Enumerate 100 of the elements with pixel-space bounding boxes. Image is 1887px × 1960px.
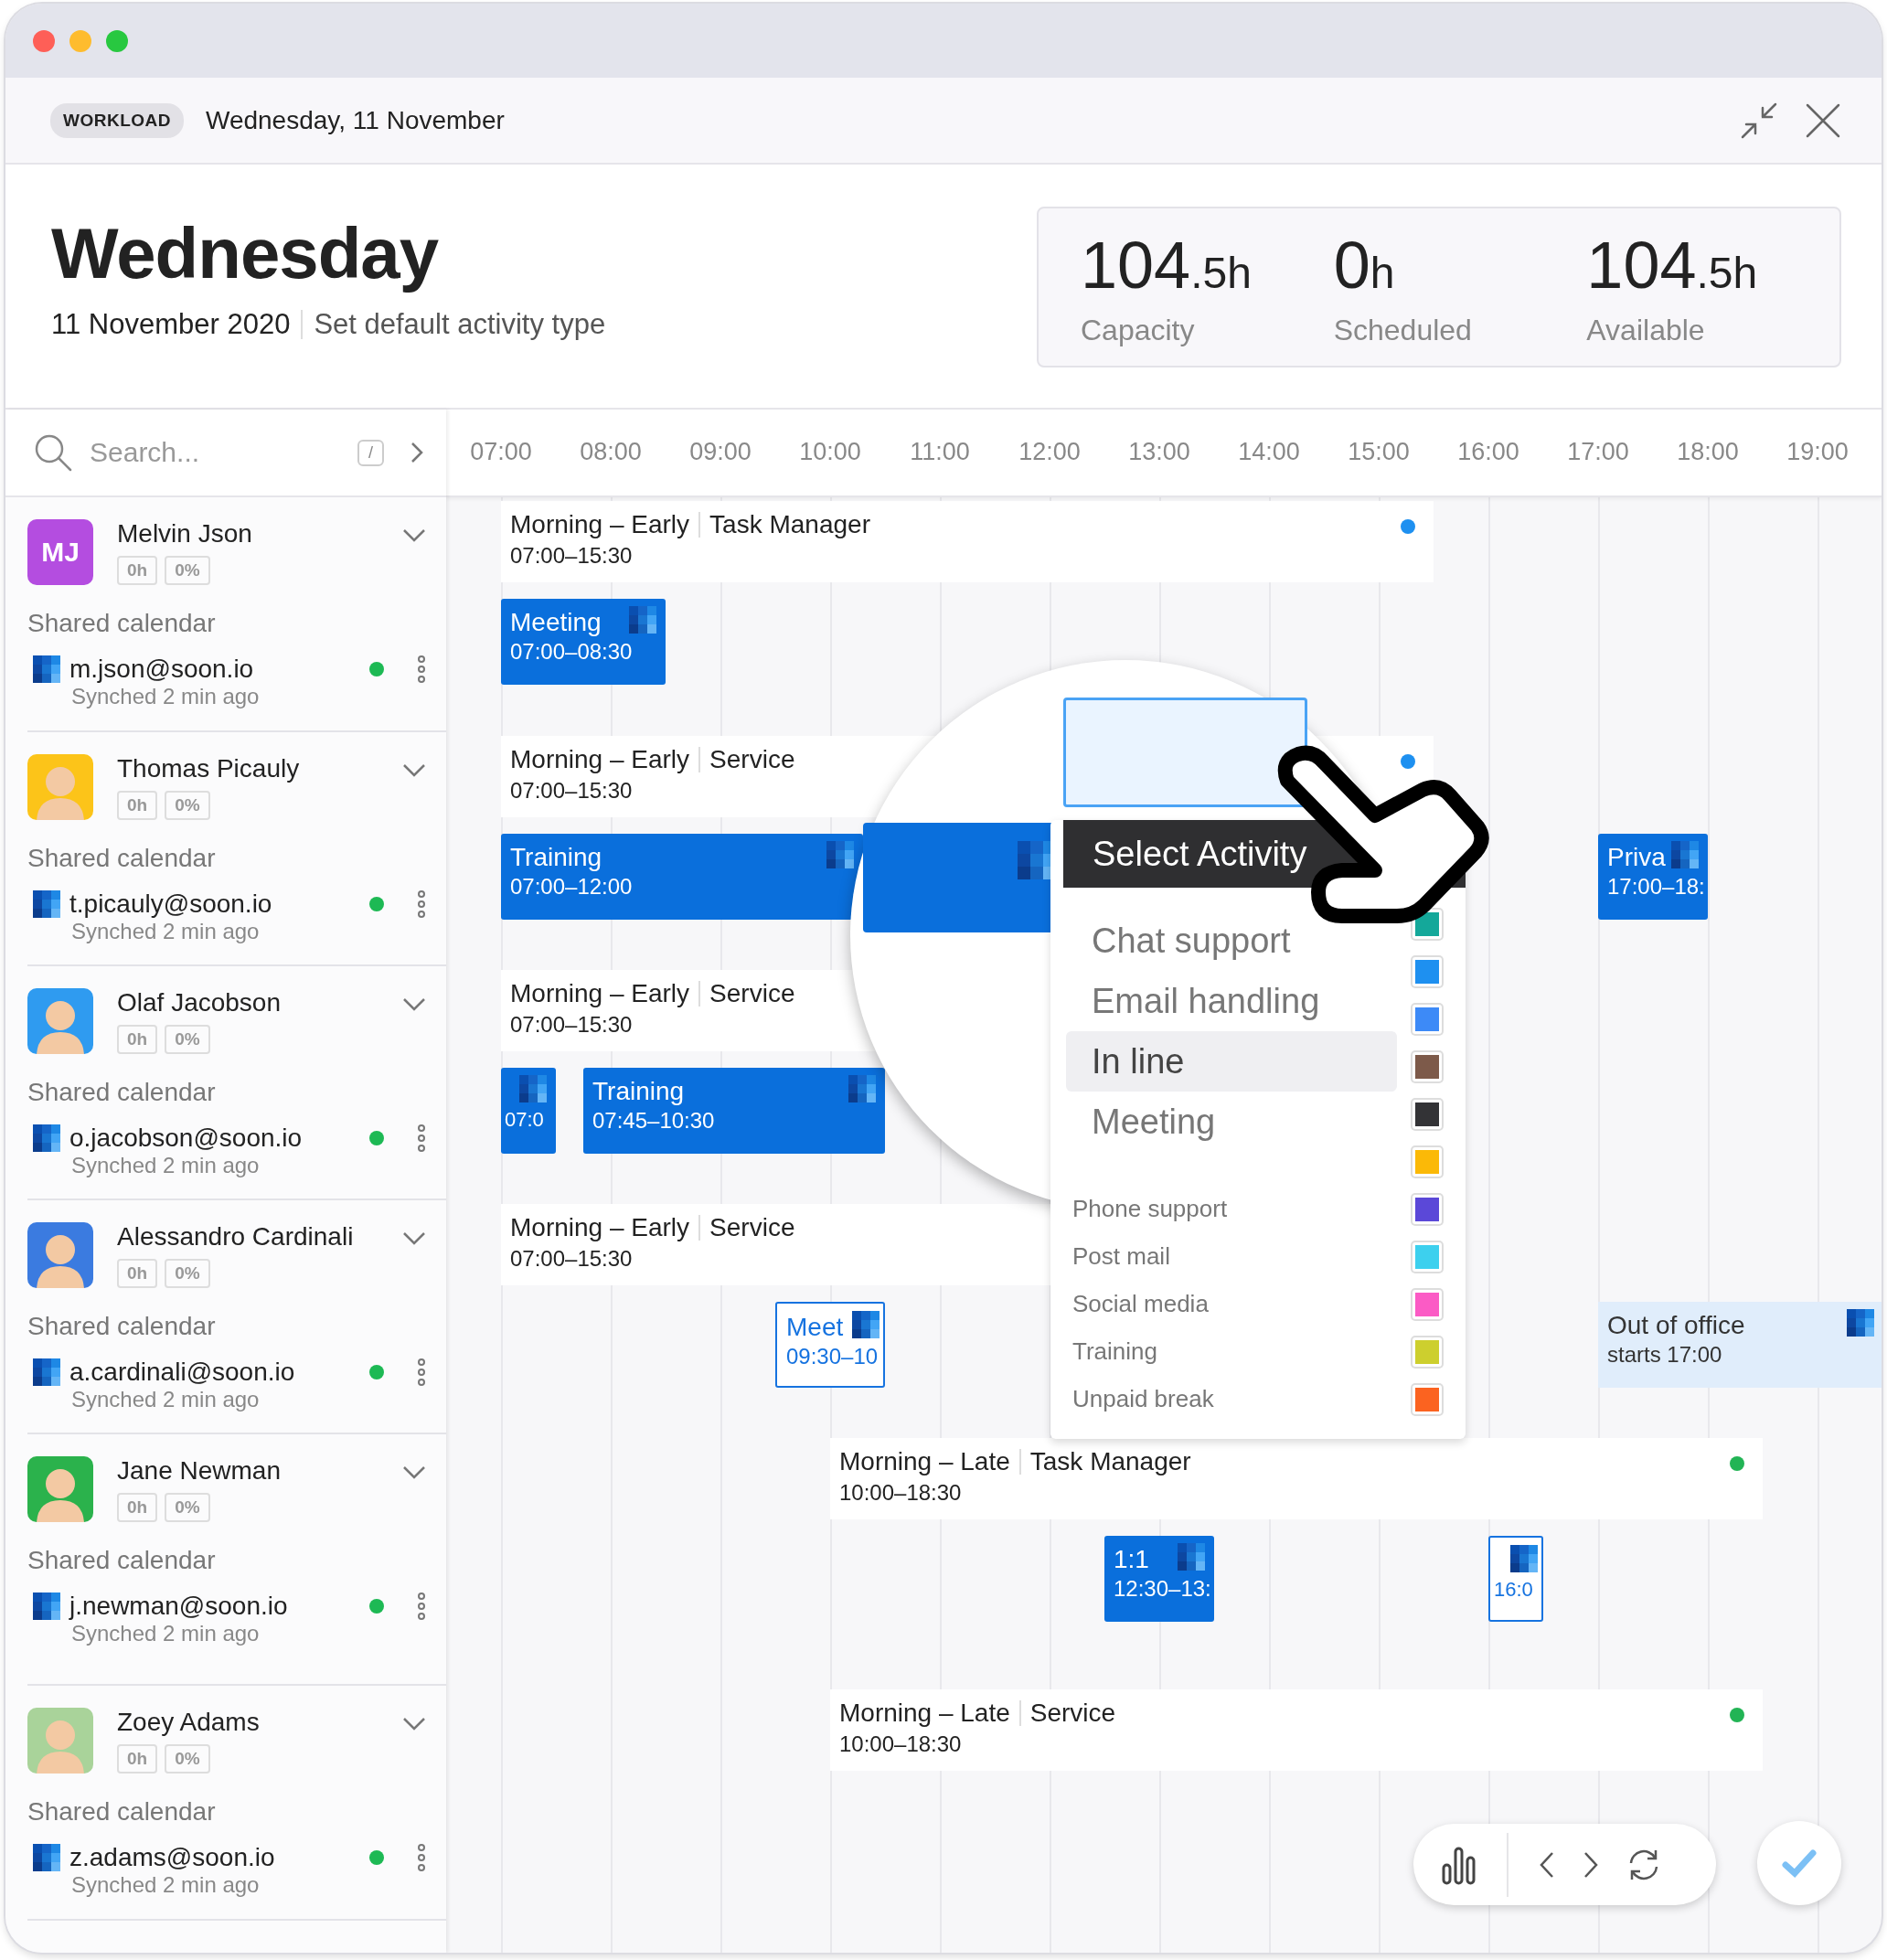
calendar-label: Shared calendar <box>27 1546 217 1575</box>
calendar-label: Shared calendar <box>27 1078 217 1107</box>
hour-label: 08:00 <box>579 437 643 467</box>
calendar-icon <box>33 1844 60 1871</box>
day-title: Wednesday <box>51 212 440 295</box>
sync-status: Synched 2 min ago <box>71 1621 261 1646</box>
percent-badge: 0% <box>165 1493 210 1522</box>
event-title: Training <box>592 1077 685 1106</box>
event-block[interactable]: Meeting 07:00–08:30 <box>501 599 666 685</box>
more-icon[interactable] <box>417 1124 426 1152</box>
calendar-email: o.jacobson@soon.io <box>69 1124 304 1153</box>
hour-label: 09:00 <box>688 437 752 467</box>
chevron-down-icon[interactable] <box>402 763 426 778</box>
event-time: 09:30–10 <box>786 1344 879 1369</box>
hour-label: 13:00 <box>1127 437 1191 467</box>
shortcut-key: / <box>357 439 384 466</box>
event-title: Meeting <box>510 608 602 637</box>
shift-title: Morning – Early <box>510 1213 690 1242</box>
stat-label: Scheduled <box>1333 314 1473 347</box>
search-field[interactable]: Search... <box>90 437 345 468</box>
person-name: Olaf Jacobson <box>117 988 282 1017</box>
hour-label: 07:00 <box>469 437 533 467</box>
chevron-down-icon[interactable] <box>402 997 426 1012</box>
calendar-icon <box>848 1075 876 1102</box>
percent-badge: 0% <box>165 1025 210 1054</box>
more-icon[interactable] <box>417 1592 426 1620</box>
calendar-icon <box>33 655 60 683</box>
hour-label: 10:00 <box>798 437 862 467</box>
default-activity-link[interactable]: Set default activity type <box>314 308 606 341</box>
stat-value: 104.5h <box>1586 229 1759 304</box>
more-icon[interactable] <box>417 1844 426 1871</box>
menu-item[interactable]: Email handling <box>1066 971 1397 1031</box>
more-icon[interactable] <box>417 1358 426 1386</box>
calendar-email: z.adams@soon.io <box>69 1843 276 1872</box>
menu-item[interactable]: In line <box>1066 1031 1397 1092</box>
hours-badge: 0h <box>117 1025 158 1054</box>
percent-badge: 0% <box>165 1744 210 1774</box>
calendar-icon <box>33 1124 60 1152</box>
shift-time: 07:00–15:30 <box>510 1246 633 1272</box>
shift-time: 07:00–15:30 <box>510 778 633 804</box>
event-time: starts 17:00 <box>1607 1342 1722 1368</box>
percent-badge: 0% <box>165 1259 210 1288</box>
menu-item[interactable]: Post mail <box>1063 1232 1392 1280</box>
more-icon[interactable] <box>417 890 426 918</box>
event-block[interactable]: 1:1 12:30–13: <box>1104 1536 1214 1622</box>
calendar-icon <box>1847 1309 1874 1337</box>
shift-bar[interactable]: Morning – Early Task Manager 07:00–15:30 <box>501 501 1434 582</box>
person-name: Thomas Picauly <box>117 754 301 783</box>
person-name: Zoey Adams <box>117 1708 261 1737</box>
hours-badge: 0h <box>117 1744 158 1774</box>
stat-label: Capacity <box>1081 314 1196 347</box>
person-name: Jane Newman <box>117 1456 282 1486</box>
event-block[interactable]: 16:0 <box>1488 1536 1543 1622</box>
workload-tag: WORKLOAD <box>50 102 184 138</box>
event-block[interactable]: 07:0 <box>501 1068 556 1154</box>
calendar-label: Shared calendar <box>27 1312 217 1341</box>
hour-label: 16:00 <box>1456 437 1520 467</box>
event-block[interactable]: Training 07:00–12:00 <box>501 834 863 920</box>
close-window-button[interactable] <box>33 29 55 52</box>
chevron-down-icon[interactable] <box>402 1231 426 1246</box>
hour-label: 17:00 <box>1566 437 1630 467</box>
chevron-down-icon[interactable] <box>402 1717 426 1731</box>
calendar-icon <box>852 1311 880 1338</box>
sync-status: Synched 2 min ago <box>71 1387 261 1412</box>
shift-bar[interactable]: Morning – Late Task Manager 10:00–18:30 <box>830 1438 1763 1519</box>
menu-item[interactable]: Chat support <box>1066 911 1397 971</box>
calendar-email: a.cardinali@soon.io <box>69 1358 296 1387</box>
header-date: Wednesday, 11 November <box>206 105 505 135</box>
calendar-icon <box>33 1592 60 1620</box>
absence-block[interactable]: Out of office starts 17:00 <box>1598 1302 1882 1388</box>
menu-item[interactable]: Training <box>1063 1327 1392 1375</box>
sync-status: Synched 2 min ago <box>71 1153 261 1178</box>
event-time: 07:45–10:30 <box>592 1108 715 1134</box>
hour-label: 15:00 <box>1347 437 1411 467</box>
calendar-icon <box>33 1358 60 1386</box>
calendar-icon <box>826 841 854 868</box>
event-block[interactable]: Priva 17:00–18: <box>1598 834 1708 920</box>
event-time: 16:0 <box>1494 1578 1533 1602</box>
menu-item[interactable]: Meeting <box>1066 1092 1397 1152</box>
shift-team: Service <box>709 745 795 774</box>
event-time: 17:00–18: <box>1607 874 1705 900</box>
shift-time: 10:00–18:30 <box>839 1731 962 1757</box>
hour-label: 11:00 <box>909 437 971 467</box>
menu-item[interactable]: Unpaid break <box>1063 1375 1392 1422</box>
chevron-down-icon[interactable] <box>402 528 426 543</box>
event-block[interactable]: Training 07:45–10:30 <box>583 1068 885 1154</box>
person-name: Alessandro Cardinali <box>117 1222 355 1252</box>
full-date: 11 November 2020 <box>51 308 291 341</box>
close-icon[interactable] <box>1805 101 1841 139</box>
calendar-email: m.json@soon.io <box>69 655 255 684</box>
event-block[interactable]: Meet 09:30–10 <box>775 1302 885 1388</box>
calendar-icon <box>1510 1545 1538 1572</box>
hours-badge: 0h <box>117 791 158 820</box>
event-time: 07:0 <box>505 1108 544 1132</box>
chevron-down-icon[interactable] <box>402 1465 426 1480</box>
hour-label: 18:00 <box>1676 437 1740 467</box>
shift-bar[interactable]: Morning – Late Service 10:00–18:30 <box>830 1689 1763 1771</box>
calendar-label: Shared calendar <box>27 1797 217 1827</box>
more-icon[interactable] <box>417 655 426 683</box>
check-icon <box>1781 1848 1818 1878</box>
